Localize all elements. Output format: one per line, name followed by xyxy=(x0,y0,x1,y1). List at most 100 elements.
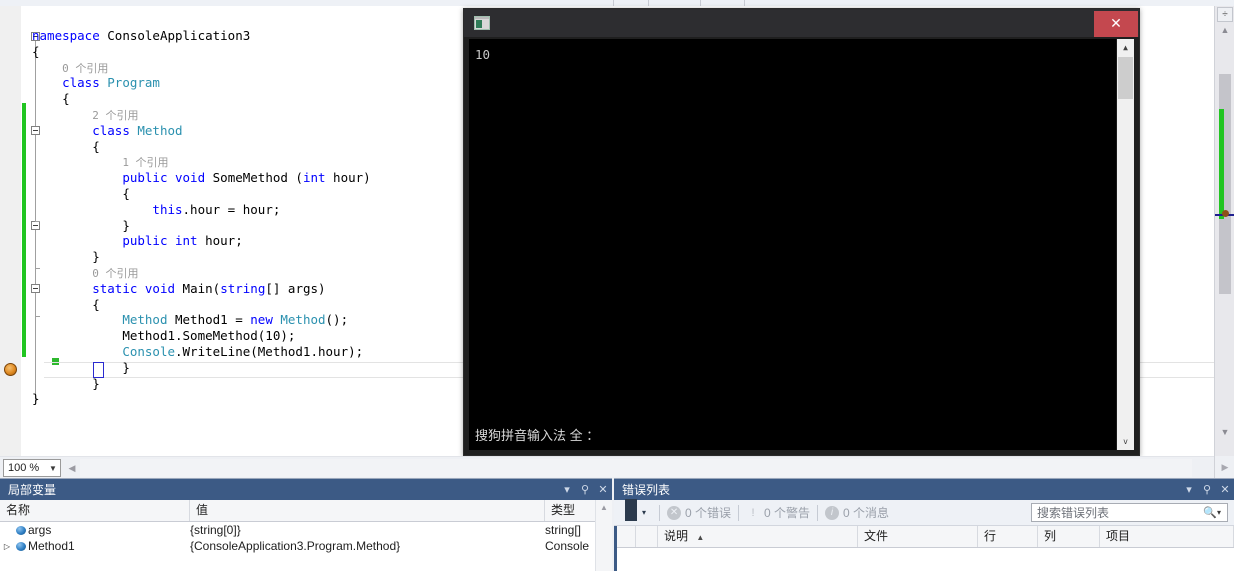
pin-icon[interactable]: ⚲ xyxy=(1198,480,1216,500)
info-icon: i xyxy=(825,505,840,520)
column-header-line[interactable]: 行 xyxy=(978,526,1038,547)
console-output-area[interactable]: 10 搜狗拼音输入法 全 ： ▲ v xyxy=(469,39,1134,450)
locals-panel-header[interactable]: 局部变量 ▾ ⚲ ✕ xyxy=(0,479,612,500)
chevron-down-icon[interactable]: ▼ xyxy=(46,464,60,473)
code-token: { xyxy=(32,43,40,59)
chevron-down-icon[interactable]: ▾ xyxy=(1217,508,1227,517)
code-token: } xyxy=(122,359,130,375)
code-line: public int hour; xyxy=(32,233,371,249)
code-token: .hour = hour; xyxy=(182,201,281,217)
editor-vertical-scrollbar[interactable]: ÷ ▲ ▼ xyxy=(1214,6,1234,456)
message-count-button[interactable]: i 0 个消息 xyxy=(825,504,889,521)
locals-panel[interactable]: 局部变量 ▾ ⚲ ✕ 名称 值 类型 args {string[0]} string… xyxy=(0,478,612,571)
chevron-down-icon[interactable]: ▾ xyxy=(1180,480,1198,500)
variable-icon xyxy=(14,525,28,535)
code-line: { xyxy=(32,91,371,107)
locals-row[interactable]: args {string[0]} string[] xyxy=(0,522,612,538)
scroll-down-icon[interactable]: v xyxy=(1117,433,1134,450)
scrollbar-thumb[interactable] xyxy=(1118,57,1133,99)
error-list-header[interactable]: 错误列表 ▾ ⚲ ✕ xyxy=(614,479,1234,500)
warning-count-button[interactable]: ! 0 个警告 xyxy=(746,504,811,521)
locals-rows: args {string[0]} string[] ▷ Method1 {ConsoleA… xyxy=(0,522,612,554)
error-count-button[interactable]: ✕ 0 个错误 xyxy=(667,504,731,521)
code-token: public xyxy=(122,170,175,186)
code-token: class xyxy=(62,75,108,91)
code-token: [] args) xyxy=(265,280,326,296)
scrollbar-breakpoint-marker xyxy=(1222,210,1229,217)
console-output-text: 10 xyxy=(475,47,491,62)
expand-arrow-icon[interactable]: ▷ xyxy=(0,542,14,551)
code-token: int xyxy=(175,233,206,249)
change-bar xyxy=(22,103,26,357)
editor-horizontal-scrollbar[interactable] xyxy=(80,459,1192,477)
column-header-column[interactable]: 列 xyxy=(1038,526,1100,547)
search-placeholder: 搜索错误列表 xyxy=(1037,506,1110,520)
close-button[interactable]: ✕ xyxy=(1094,10,1138,37)
scroll-right-icon[interactable] xyxy=(1198,461,1210,475)
code-token: SomeMethod ( xyxy=(212,170,303,186)
scroll-down-icon[interactable]: ▼ xyxy=(1218,426,1232,438)
filter-button[interactable]: ▾ xyxy=(617,498,652,521)
code-token: Console xyxy=(122,343,175,359)
scroll-left-icon[interactable]: ◀ xyxy=(66,461,78,475)
close-icon[interactable]: ✕ xyxy=(594,480,612,500)
code-token: { xyxy=(122,185,130,201)
code-line: { xyxy=(32,44,371,60)
scroll-up-icon[interactable]: ▲ xyxy=(596,500,612,514)
code-line: this.hour = hour; xyxy=(32,202,371,218)
error-icon: ✕ xyxy=(667,505,682,520)
code-line: class Program xyxy=(32,75,371,91)
locals-scrollbar[interactable]: ▲ xyxy=(595,500,612,571)
locals-panel-body: 名称 值 类型 args {string[0]} string[] ▷ Method1{… xyxy=(0,500,612,571)
locals-panel-title: 局部变量 xyxy=(8,483,57,497)
code-token: int xyxy=(302,170,326,186)
scrollbar-corner: ▶ xyxy=(1214,456,1234,478)
column-header-project[interactable]: 项目 xyxy=(1100,526,1234,547)
ime-status-text: 搜狗拼音输入法 全 ： xyxy=(475,428,600,443)
indicator-margin[interactable] xyxy=(0,6,21,456)
code-text[interactable]: namespace ConsoleApplication3{ 0 个引用 cla… xyxy=(32,28,371,407)
zoom-level-combobox[interactable]: 100 % ▼ xyxy=(3,459,61,477)
code-line: } xyxy=(32,218,371,234)
console-scrollbar[interactable]: ▲ v xyxy=(1116,39,1134,450)
code-token: class xyxy=(92,122,138,138)
scrollbar-change-marker xyxy=(1219,109,1224,219)
variable-icon xyxy=(14,541,28,551)
scroll-up-icon[interactable]: ▲ xyxy=(1117,39,1134,56)
breakpoint-icon[interactable] xyxy=(4,363,17,376)
locals-row-value[interactable]: {string[0]} xyxy=(190,523,545,537)
chevron-down-icon[interactable]: ▾ xyxy=(558,480,576,500)
code-token: 1 个引用 xyxy=(122,156,169,170)
toolbar-separator xyxy=(817,504,819,521)
code-line: } xyxy=(32,360,371,376)
split-view-icon[interactable]: ÷ xyxy=(1217,7,1233,22)
code-token: static xyxy=(92,280,145,296)
code-token: this xyxy=(152,201,183,217)
error-list-panel[interactable]: 错误列表 ▾ ⚲ ✕ ▾ ✕ 0 个错误 ! 0 个警告 i 0 个消息 搜索错… xyxy=(614,478,1234,571)
column-header-value[interactable]: 值 xyxy=(190,500,545,521)
toolbar-separator xyxy=(738,504,740,521)
search-icon[interactable]: 🔍 xyxy=(1203,506,1217,519)
close-icon[interactable]: ✕ xyxy=(1216,480,1234,500)
error-list-title: 错误列表 xyxy=(622,483,671,497)
warning-icon: ! xyxy=(751,506,755,519)
column-header-name[interactable]: 名称 xyxy=(0,500,190,521)
code-line: 0 个引用 xyxy=(32,60,371,76)
error-list-body: ▾ ✕ 0 个错误 ! 0 个警告 i 0 个消息 搜索错误列表 🔍 ▾ 说明 … xyxy=(614,498,1234,571)
locals-row-value[interactable]: {ConsoleApplication3.Program.Method} xyxy=(190,539,545,553)
code-token: .WriteLine(Method1.hour); xyxy=(175,343,364,359)
console-title-bar[interactable]: ✕ xyxy=(464,9,1139,37)
code-token: } xyxy=(122,217,130,233)
code-token: } xyxy=(92,375,100,391)
code-token: Method1.SomeMethod(10); xyxy=(122,328,296,344)
code-token: Method xyxy=(137,122,183,138)
search-error-list-input[interactable]: 搜索错误列表 🔍 ▾ xyxy=(1031,503,1228,522)
pin-icon[interactable]: ⚲ xyxy=(576,480,594,500)
column-header-file[interactable]: 文件 xyxy=(858,526,978,547)
scroll-up-icon[interactable]: ▲ xyxy=(1218,24,1232,36)
sort-ascending-icon: ▲ xyxy=(696,533,705,542)
console-window[interactable]: ✕ 10 搜狗拼音输入法 全 ： ▲ v xyxy=(463,8,1140,456)
column-header-description[interactable]: 说明 ▲ xyxy=(658,526,858,547)
chevron-down-icon[interactable]: ▾ xyxy=(642,508,646,517)
locals-row[interactable]: ▷ Method1 {ConsoleApplication3.Program.Met… xyxy=(0,538,612,554)
